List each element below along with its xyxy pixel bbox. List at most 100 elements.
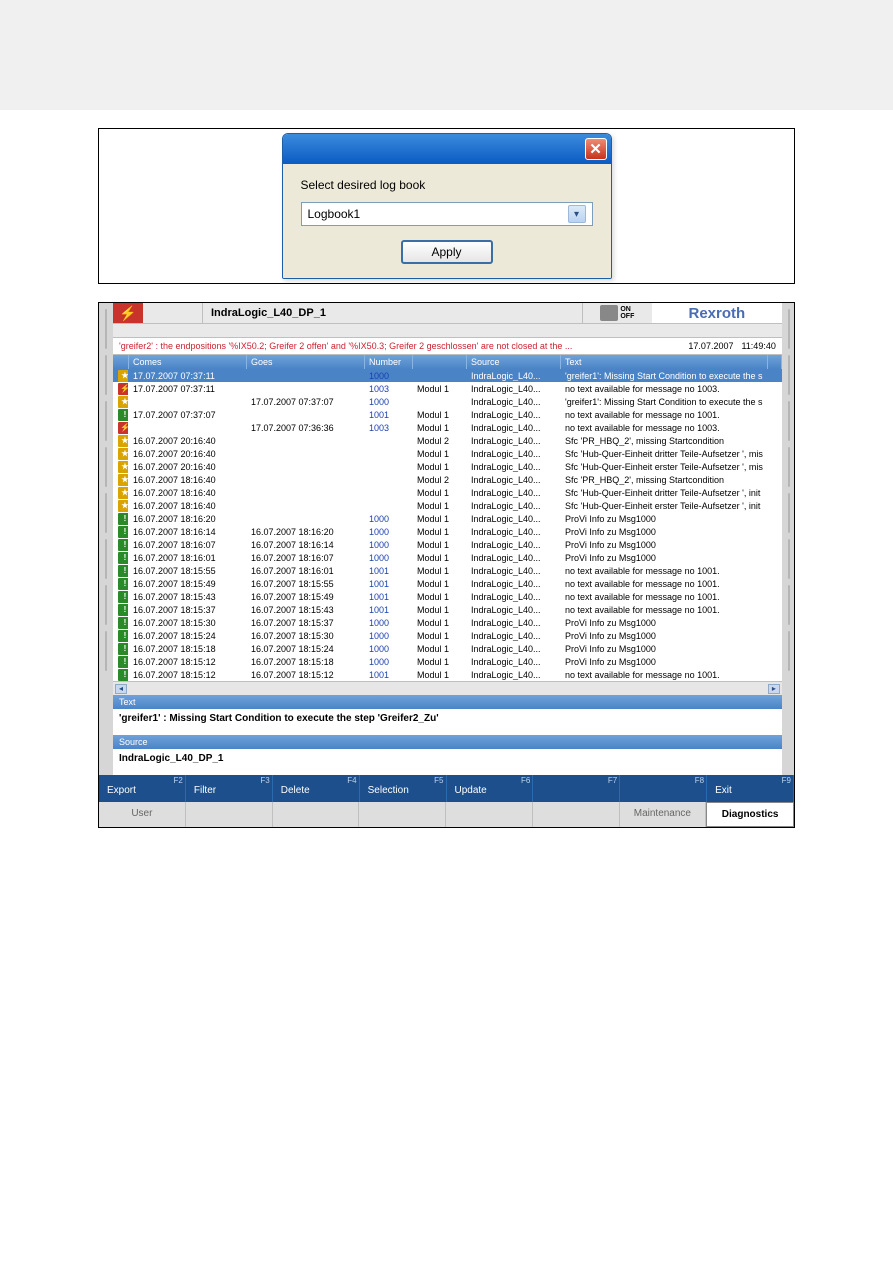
cell-comes: 16.07.2007 18:15:18 bbox=[129, 644, 247, 654]
right-side-button[interactable] bbox=[788, 493, 790, 533]
close-icon[interactable]: ✕ bbox=[585, 138, 607, 160]
right-side-button[interactable] bbox=[788, 539, 790, 579]
table-row[interactable]: !16.07.2007 18:16:1416.07.2007 18:16:201… bbox=[113, 525, 782, 538]
onoff-toggle[interactable]: ON OFF bbox=[582, 303, 652, 323]
cell-text: no text available for message no 1001. bbox=[561, 410, 768, 420]
left-side-button[interactable] bbox=[105, 355, 107, 395]
cell-text: 'greifer1': Missing Start Condition to e… bbox=[561, 397, 768, 407]
table-row[interactable]: ★17.07.2007 07:37:071000IndraLogic_L40..… bbox=[113, 395, 782, 408]
table-row[interactable]: !16.07.2007 18:16:0716.07.2007 18:16:141… bbox=[113, 538, 782, 551]
left-side-button[interactable] bbox=[105, 631, 107, 671]
cell-number: 1001 bbox=[365, 566, 413, 576]
cell-source: IndraLogic_L40... bbox=[467, 462, 561, 472]
cell-goes: 16.07.2007 18:16:01 bbox=[247, 566, 365, 576]
col-goes[interactable]: Goes bbox=[247, 355, 365, 369]
status-icon: ★ bbox=[118, 435, 129, 447]
fkey-blank[interactable]: F8 bbox=[620, 775, 707, 802]
cell-comes: 16.07.2007 18:16:07 bbox=[129, 540, 247, 550]
fkey-selection[interactable]: F5Selection bbox=[360, 775, 447, 802]
tab-blank[interactable] bbox=[186, 802, 273, 827]
cell-text: ProVi Info zu Msg1000 bbox=[561, 540, 768, 550]
scroll-left-icon[interactable]: ◂ bbox=[115, 684, 127, 694]
col-comes[interactable]: Comes bbox=[129, 355, 247, 369]
tab-blank[interactable] bbox=[533, 802, 620, 827]
table-row[interactable]: !16.07.2007 18:15:2416.07.2007 18:15:301… bbox=[113, 629, 782, 642]
tab-maintenance[interactable]: Maintenance bbox=[620, 802, 707, 827]
cell-text: Sfc 'Hub-Quer-Einheit dritter Teile-Aufs… bbox=[561, 488, 768, 498]
table-row[interactable]: !16.07.2007 18:15:1216.07.2007 18:15:181… bbox=[113, 655, 782, 668]
fkey-filter[interactable]: F3Filter bbox=[186, 775, 273, 802]
left-side-button[interactable] bbox=[105, 401, 107, 441]
status-icon: ! bbox=[118, 604, 129, 616]
cell-module: Modul 2 bbox=[413, 475, 467, 485]
horizontal-scrollbar[interactable]: ◂ ▸ bbox=[113, 681, 782, 695]
table-row[interactable]: !16.07.2007 18:15:1216.07.2007 18:15:121… bbox=[113, 668, 782, 681]
table-row[interactable]: !16.07.2007 18:15:3016.07.2007 18:15:371… bbox=[113, 616, 782, 629]
left-side-button[interactable] bbox=[105, 309, 107, 349]
fkey-blank[interactable]: F7 bbox=[533, 775, 620, 802]
cell-text: ProVi Info zu Msg1000 bbox=[561, 514, 768, 524]
fkey-exit[interactable]: F9Exit bbox=[707, 775, 794, 802]
fkey-update[interactable]: F6Update bbox=[447, 775, 534, 802]
cell-goes: 16.07.2007 18:15:37 bbox=[247, 618, 365, 628]
table-row[interactable]: ★16.07.2007 18:16:40Modul 1IndraLogic_L4… bbox=[113, 486, 782, 499]
fkey-delete[interactable]: F4Delete bbox=[273, 775, 360, 802]
left-side-button[interactable] bbox=[105, 493, 107, 533]
logbook-select[interactable]: Logbook1 ▾ bbox=[301, 202, 593, 226]
status-icon: ★ bbox=[118, 370, 129, 382]
left-side-button[interactable] bbox=[105, 447, 107, 487]
cell-source: IndraLogic_L40... bbox=[467, 475, 561, 485]
table-row[interactable]: ★17.07.2007 07:37:111000IndraLogic_L40..… bbox=[113, 369, 782, 382]
apply-button[interactable]: Apply bbox=[401, 240, 493, 264]
left-side-button[interactable] bbox=[105, 539, 107, 579]
col-source[interactable]: Source bbox=[467, 355, 561, 369]
table-row[interactable]: !16.07.2007 18:15:1816.07.2007 18:15:241… bbox=[113, 642, 782, 655]
table-row[interactable]: ★16.07.2007 20:16:40Modul 1IndraLogic_L4… bbox=[113, 447, 782, 460]
right-side-button[interactable] bbox=[788, 355, 790, 395]
tab-blank[interactable] bbox=[359, 802, 446, 827]
table-row[interactable]: !16.07.2007 18:15:3716.07.2007 18:15:431… bbox=[113, 603, 782, 616]
cell-comes: 16.07.2007 18:15:37 bbox=[129, 605, 247, 615]
table-row[interactable]: !16.07.2007 18:16:201000Modul 1IndraLogi… bbox=[113, 512, 782, 525]
scroll-right-icon[interactable]: ▸ bbox=[768, 684, 780, 694]
cell-text: no text available for message no 1003. bbox=[561, 423, 768, 433]
tab-diagnostics[interactable]: Diagnostics bbox=[706, 802, 794, 827]
status-icon: ! bbox=[118, 630, 129, 642]
right-side-button[interactable] bbox=[788, 401, 790, 441]
status-icon: ★ bbox=[118, 487, 129, 499]
table-row[interactable]: ★16.07.2007 18:16:40Modul 1IndraLogic_L4… bbox=[113, 499, 782, 512]
cell-number: 1000 bbox=[365, 631, 413, 641]
table-row[interactable]: ★16.07.2007 20:16:40Modul 2IndraLogic_L4… bbox=[113, 434, 782, 447]
right-side-button[interactable] bbox=[788, 585, 790, 625]
cell-goes: 16.07.2007 18:15:30 bbox=[247, 631, 365, 641]
tab-blank[interactable] bbox=[273, 802, 360, 827]
table-row[interactable]: ★16.07.2007 20:16:40Modul 1IndraLogic_L4… bbox=[113, 460, 782, 473]
table-row[interactable]: !16.07.2007 18:15:4316.07.2007 18:15:491… bbox=[113, 590, 782, 603]
table-row[interactable]: !16.07.2007 18:15:4916.07.2007 18:15:551… bbox=[113, 577, 782, 590]
left-side-button[interactable] bbox=[105, 585, 107, 625]
table-row[interactable]: ★16.07.2007 18:16:40Modul 2IndraLogic_L4… bbox=[113, 473, 782, 486]
cell-module: Modul 1 bbox=[413, 540, 467, 550]
tab-blank[interactable] bbox=[446, 802, 533, 827]
cell-source: IndraLogic_L40... bbox=[467, 488, 561, 498]
table-row[interactable]: !16.07.2007 18:15:5516.07.2007 18:16:011… bbox=[113, 564, 782, 577]
col-text[interactable]: Text bbox=[561, 355, 768, 369]
fkey-export[interactable]: F2Export bbox=[99, 775, 186, 802]
cell-goes: 16.07.2007 18:15:49 bbox=[247, 592, 365, 602]
tab-user[interactable]: User bbox=[99, 802, 186, 827]
right-side-button[interactable] bbox=[788, 631, 790, 671]
cell-number: 1000 bbox=[365, 657, 413, 667]
cell-number: 1001 bbox=[365, 670, 413, 680]
warning-date: 17.07.2007 bbox=[688, 341, 733, 351]
table-row[interactable]: !16.07.2007 18:16:0116.07.2007 18:16:071… bbox=[113, 551, 782, 564]
cell-comes: 17.07.2007 07:37:07 bbox=[129, 410, 247, 420]
col-number[interactable]: Number bbox=[365, 355, 413, 369]
cell-number: 1001 bbox=[365, 605, 413, 615]
table-row[interactable]: !17.07.2007 07:37:071001Modul 1IndraLogi… bbox=[113, 408, 782, 421]
dialog-label: Select desired log book bbox=[301, 178, 593, 192]
cell-source: IndraLogic_L40... bbox=[467, 527, 561, 537]
right-side-button[interactable] bbox=[788, 309, 790, 349]
right-side-button[interactable] bbox=[788, 447, 790, 487]
table-row[interactable]: ⚡17.07.2007 07:36:361003Modul 1IndraLogi… bbox=[113, 421, 782, 434]
table-row[interactable]: ⚡17.07.2007 07:37:111003Modul 1IndraLogi… bbox=[113, 382, 782, 395]
